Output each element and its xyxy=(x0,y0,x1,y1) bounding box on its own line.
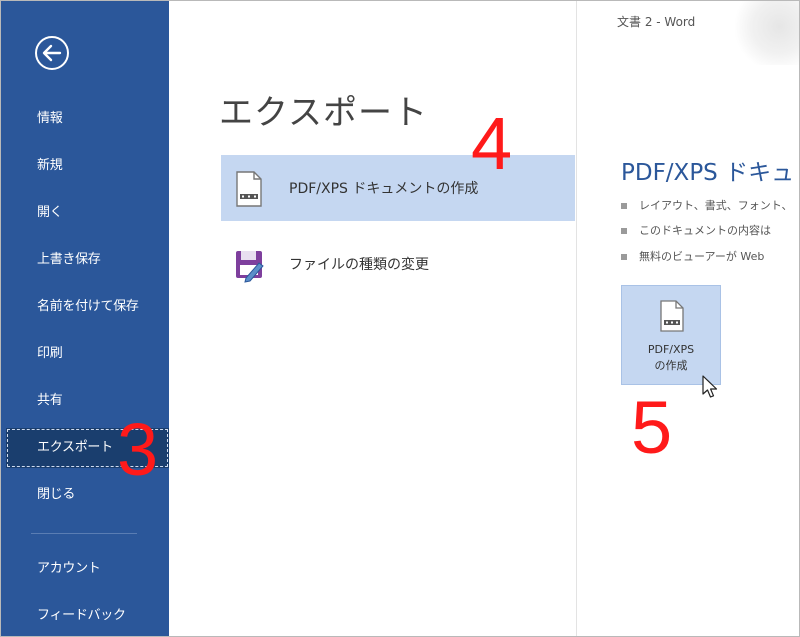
annotation-step-5: 5 xyxy=(631,386,673,469)
bullet-text: このドキュメントの内容は xyxy=(639,224,771,237)
sidebar-divider xyxy=(31,533,137,534)
export-option-label: ファイルの種類の変更 xyxy=(289,257,429,273)
detail-bullet: このドキュメントの内容は xyxy=(621,222,771,238)
back-button[interactable] xyxy=(33,34,71,72)
create-button-label-line2: の作成 xyxy=(654,359,688,372)
backstage-main: 文書 2 - Word エクスポート PDF/XPS ドキュメントの作成 ファイ… xyxy=(169,1,799,636)
sidebar-item-open[interactable]: 開く xyxy=(1,193,169,233)
detail-bullet: 無料のビューアーが Web xyxy=(621,248,764,264)
bullet-icon xyxy=(621,228,627,234)
pdf-document-icon xyxy=(236,171,262,207)
back-arrow-icon xyxy=(35,36,69,70)
sidebar-item-info[interactable]: 情報 xyxy=(1,99,169,139)
annotation-step-4: 4 xyxy=(471,102,513,185)
sidebar-item-feedback[interactable]: フィードバック xyxy=(1,596,169,636)
create-pdf-xps-button[interactable]: PDF/XPS の作成 xyxy=(621,285,721,385)
detail-heading: PDF/XPS ドキュ xyxy=(621,160,795,186)
sidebar-item-account[interactable]: アカウント xyxy=(1,549,169,589)
annotation-step-3: 3 xyxy=(117,408,159,491)
backstage-sidebar: 情報 新規 開く 上書き保存 名前を付けて保存 印刷 共有 エクスポート 閉じる… xyxy=(1,1,169,636)
bullet-icon xyxy=(621,203,627,209)
export-option-change-file-type[interactable]: ファイルの種類の変更 xyxy=(221,231,575,297)
bullet-icon xyxy=(621,254,627,260)
save-as-icon xyxy=(236,251,264,283)
export-option-label: PDF/XPS ドキュメントの作成 xyxy=(289,181,479,197)
export-option-pdf-xps[interactable]: PDF/XPS ドキュメントの作成 xyxy=(221,155,575,221)
sidebar-item-new[interactable]: 新規 xyxy=(1,146,169,186)
window-title: 文書 2 - Word xyxy=(617,15,696,29)
sidebar-item-print[interactable]: 印刷 xyxy=(1,334,169,374)
detail-bullet: レイアウト、書式、フォント、 xyxy=(621,197,793,213)
sidebar-item-save-as[interactable]: 名前を付けて保存 xyxy=(1,287,169,327)
page-title: エクスポート xyxy=(219,93,428,133)
word-backstage-window: 情報 新規 開く 上書き保存 名前を付けて保存 印刷 共有 エクスポート 閉じる… xyxy=(0,0,800,637)
bullet-text: レイアウト、書式、フォント、 xyxy=(639,199,793,212)
corner-decoration xyxy=(733,1,799,65)
mouse-cursor-icon xyxy=(702,375,718,398)
create-button-label-line1: PDF/XPS xyxy=(647,343,695,356)
bullet-text: 無料のビューアーが Web xyxy=(639,250,765,263)
sidebar-item-save[interactable]: 上書き保存 xyxy=(1,240,169,280)
create-button-label: PDF/XPS の作成 xyxy=(622,342,720,374)
pdf-document-icon xyxy=(660,300,684,332)
